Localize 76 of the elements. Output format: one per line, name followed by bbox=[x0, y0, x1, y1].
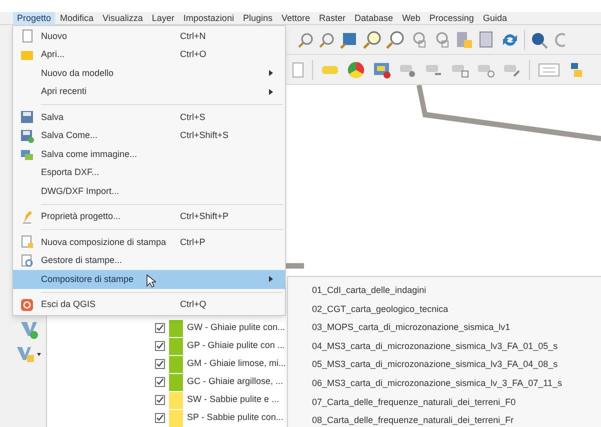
add-layer-icon[interactable] bbox=[18, 320, 39, 340]
zoom-icon[interactable] bbox=[386, 30, 404, 48]
submenu-item[interactable]: 03_MOPS_carta_di_microzonazione_sismica_lv1 bbox=[312, 318, 601, 337]
layer-checkbox[interactable] bbox=[154, 377, 165, 387]
zoom-icon[interactable] bbox=[363, 30, 381, 48]
layer-checkbox[interactable] bbox=[154, 395, 165, 405]
menu-item[interactable]: Gestore di stampe... bbox=[13, 252, 285, 270]
menu-item[interactable]: Salva Come... Ctrl+Shift+S bbox=[13, 126, 285, 145]
label-layer-icon[interactable] bbox=[373, 60, 391, 78]
menu-bar-item[interactable]: Plugins bbox=[238, 12, 276, 24]
menu-item[interactable]: Salva come immagine... bbox=[13, 145, 285, 164]
menu-item[interactable]: Esci da QGIS Ctrl+Q bbox=[13, 296, 285, 314]
submenu-item[interactable]: 08_Carta_delle_frequenze_naturali_dei_terreni_Fr bbox=[312, 411, 601, 427]
menu-bar-item[interactable]: Web bbox=[398, 12, 424, 24]
submenu-item[interactable]: 01_CdI_carta_delle_indagini bbox=[312, 281, 601, 300]
submenu-item[interactable]: 07_Carta_delle_frequenze_naturali_dei_terreni_F0 bbox=[312, 392, 601, 412]
menu-item[interactable]: Proprietà progetto... Ctrl+Shift+P bbox=[13, 208, 285, 226]
menu-bar-item[interactable]: Progetto bbox=[13, 12, 56, 24]
document-icon[interactable] bbox=[292, 60, 304, 78]
menu-bar-item[interactable]: Raster bbox=[315, 12, 350, 24]
shortcut-label: Ctrl+N bbox=[180, 30, 206, 42]
submenu-item[interactable]: 04_MS3_carta_di_microzonazione_sismica_lv3_FA_01_05_s bbox=[312, 336, 601, 356]
submenu-item[interactable]: 06_MS3_carta_di_microzonazione_sismica_lv_3_FA_07_11_s bbox=[312, 374, 601, 393]
submenu-item[interactable]: 02_CGT_carta_geologico_tecnica bbox=[312, 300, 601, 318]
shortcut-label: Ctrl+P bbox=[180, 236, 206, 248]
zoom-icon[interactable] bbox=[298, 32, 314, 48]
zoom-icon[interactable] bbox=[319, 32, 335, 48]
menu-bar-item[interactable]: Processing bbox=[425, 12, 478, 24]
layout-manager-icon bbox=[20, 254, 34, 268]
layer-checkbox[interactable] bbox=[154, 359, 165, 369]
layer-label: GC - Ghiaie argillose, ... bbox=[186, 375, 284, 388]
identify-icon[interactable] bbox=[530, 30, 548, 48]
menu-item[interactable]: Salva Ctrl+S bbox=[13, 108, 285, 126]
menu-item[interactable]: Apri recenti bbox=[13, 82, 285, 101]
layer-label: GP - Ghiaie pulite con ... bbox=[186, 339, 285, 352]
python-icon[interactable] bbox=[568, 60, 584, 78]
menu-bar-item[interactable]: Guida bbox=[478, 12, 511, 24]
menu-bar-item[interactable]: Visualizza bbox=[98, 12, 147, 24]
shortcut-label: Ctrl+S bbox=[180, 110, 206, 124]
menu-bar-item[interactable]: Impostazioni bbox=[179, 12, 238, 24]
layer-checkbox[interactable] bbox=[154, 323, 165, 333]
layer-label: GW - Ghiaie pulite con... bbox=[186, 321, 286, 334]
menu-item[interactable]: Compositore di stampe bbox=[13, 270, 285, 288]
power-icon bbox=[20, 298, 34, 312]
layer-checkbox[interactable] bbox=[154, 413, 165, 423]
page-icon bbox=[20, 29, 34, 44]
pencil-icon bbox=[20, 210, 34, 224]
shortcut-label: Ctrl+O bbox=[180, 48, 206, 61]
save-image-icon bbox=[20, 147, 34, 162]
menu-bar-item[interactable]: Vettore bbox=[277, 12, 314, 24]
menu-item[interactable]: Esporta DXF... bbox=[13, 164, 285, 182]
layer-label: SP - Sabbie pulite con... bbox=[186, 411, 284, 424]
layer-label: SW - Sabbie pulite e ... bbox=[186, 393, 280, 406]
save-icon bbox=[20, 110, 34, 124]
shortcut-label: Ctrl+Shift+S bbox=[180, 129, 229, 142]
save-as-icon bbox=[20, 128, 34, 143]
menu-bar-item[interactable]: Layer bbox=[148, 12, 178, 24]
mouse-cursor-icon bbox=[146, 274, 156, 288]
submenu-item[interactable]: 05_MS3_carta_di_microzonazione_sismica_lv3_FA_04_08_s bbox=[312, 355, 601, 374]
menu-bar-item[interactable]: Database bbox=[350, 12, 398, 24]
shortcut-label: Ctrl+Shift+P bbox=[180, 210, 229, 223]
new-layer-icon[interactable] bbox=[16, 344, 42, 364]
pie-chart-icon[interactable] bbox=[347, 60, 365, 78]
menu-item[interactable]: Apri... Ctrl+O bbox=[13, 46, 285, 64]
menu-item[interactable]: Nuova composizione di stampa Ctrl+P bbox=[13, 233, 285, 252]
menu-item[interactable]: Nuovo da modello bbox=[13, 64, 285, 82]
zoom-full-icon[interactable] bbox=[340, 30, 358, 48]
layer-label: GM - Ghiaie limose, mi... bbox=[186, 357, 286, 370]
shortcut-label: Ctrl+Q bbox=[180, 298, 206, 311]
layer-checkbox[interactable] bbox=[154, 341, 165, 351]
menu-bar-item[interactable]: Modifica bbox=[56, 12, 98, 24]
menu-item[interactable]: Nuovo Ctrl+N bbox=[13, 27, 285, 46]
menu-item[interactable]: DWG/DXF Import... bbox=[13, 182, 285, 200]
new-layout-icon bbox=[20, 235, 34, 250]
csw-icon[interactable] bbox=[538, 62, 560, 76]
bookmark-icon[interactable] bbox=[455, 30, 473, 48]
